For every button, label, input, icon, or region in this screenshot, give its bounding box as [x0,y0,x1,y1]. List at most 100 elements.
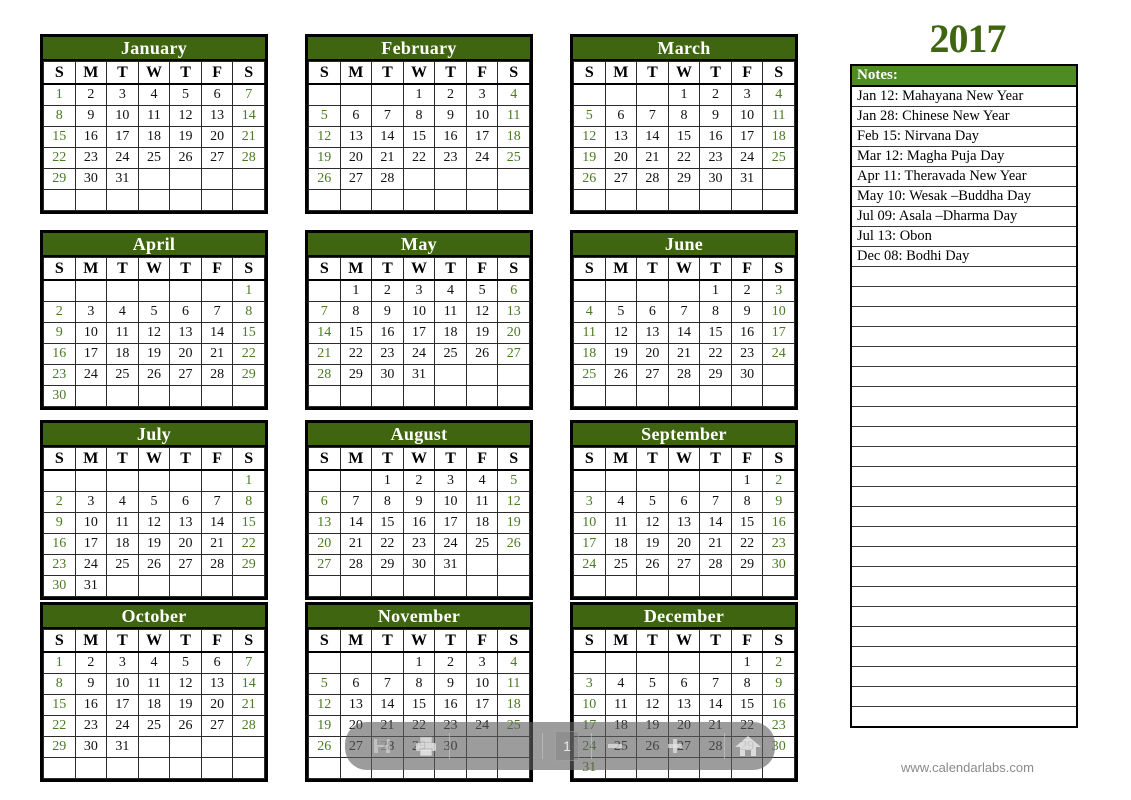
weekday-header: M [604,61,638,85]
note-entry-blank[interactable] [852,347,1076,367]
page-number-input[interactable]: 1 [555,731,579,761]
day-cell: 8 [402,673,436,695]
note-entry-blank[interactable] [852,327,1076,347]
day-cell-empty [169,575,202,597]
pdf-viewer-toolbar[interactable]: 1 [345,722,775,770]
note-entry-blank[interactable] [852,687,1076,707]
day-cell-empty [43,469,76,492]
zoom-in-icon[interactable] [658,730,692,762]
day-cell: 10 [402,301,436,323]
day-cell-empty [74,279,108,302]
week-row: 10 11 12 13 14 15 16 [573,694,795,716]
day-cell: 15 [730,694,764,716]
week-row: 5 6 7 8 9 10 11 [308,105,530,127]
day-cell: 10 [730,105,764,127]
day-cell: 23 [74,715,108,737]
day-cell-empty [308,83,341,106]
note-entry-blank[interactable] [852,707,1076,726]
note-entry-blank[interactable] [852,587,1076,607]
day-cell: 12 [169,105,202,127]
save-icon[interactable] [365,730,399,762]
day-cell: 22 [232,533,265,555]
home-icon[interactable] [731,730,765,762]
day-cell: 5 [308,673,341,695]
day-cell-empty [636,279,669,302]
day-cell-empty [308,469,341,492]
day-cell: 16 [43,343,76,365]
day-cell: 13 [200,673,234,695]
weekday-header: S [308,629,341,653]
weekday-header: F [730,257,764,281]
weekday-header: F [200,61,234,85]
weekday-header: T [169,629,202,653]
day-cell: 3 [573,673,606,695]
day-cell-empty [169,279,202,302]
day-cell: 11 [137,673,171,695]
note-entry-blank[interactable] [852,487,1076,507]
note-entry-blank[interactable] [852,427,1076,447]
day-cell: 24 [74,554,108,576]
note-entry-blank[interactable] [852,667,1076,687]
note-entry-blank[interactable] [852,407,1076,427]
week-row: 3456789 [573,491,795,513]
day-cell-empty [137,575,171,597]
day-cell-empty [636,189,669,211]
note-entry-blank[interactable] [852,447,1076,467]
zoom-out-icon[interactable] [598,730,632,762]
note-entry-blank[interactable] [852,387,1076,407]
day-cell-empty [667,189,701,211]
note-entry-blank[interactable] [852,307,1076,327]
note-entry-blank[interactable] [852,467,1076,487]
day-cell: 1 [667,83,701,106]
print-icon[interactable] [409,730,443,762]
day-cell: 24 [402,343,436,365]
day-cell: 4 [137,83,171,106]
day-cell-empty [636,83,669,106]
day-cell-empty [730,385,764,407]
day-cell-empty [667,279,701,302]
day-cell: 17 [74,343,108,365]
weekday-header: M [74,257,108,281]
note-entry-blank[interactable] [852,267,1076,287]
day-cell: 8 [730,491,764,513]
day-cell: 16 [730,322,764,344]
day-cell: 27 [339,168,373,190]
day-cell: 6 [200,651,234,674]
day-cell: 31 [434,554,467,576]
day-cell-empty [497,575,530,597]
weekday-header-row: SMTWTFS [573,257,795,281]
day-cell: 10 [465,673,499,695]
note-entry-blank[interactable] [852,367,1076,387]
day-cell: 25 [573,364,606,386]
day-cell: 28 [699,554,732,576]
weekday-header: S [43,257,76,281]
day-cell: 20 [667,533,701,555]
day-cell: 3 [762,279,795,302]
note-entry-blank[interactable] [852,647,1076,667]
day-cell: 26 [308,736,341,758]
day-cell: 31 [730,168,764,190]
week-row: 27 28 29 30 31 [308,554,530,576]
note-entry-blank[interactable] [852,627,1076,647]
day-cell-empty [169,385,202,407]
weekday-header: S [497,257,530,281]
day-cell-empty [667,385,701,407]
note-entry-blank[interactable] [852,547,1076,567]
day-cell-empty [308,757,341,779]
week-row: 25 26 27 28 29 30 [573,364,795,386]
note-entry-blank[interactable] [852,287,1076,307]
week-row: 2345678 [43,491,265,513]
day-cell: 28 [667,364,701,386]
note-entry-blank[interactable] [852,527,1076,547]
week-row [573,189,795,211]
note-entry-blank[interactable] [852,507,1076,527]
month-table: SMTWTFS123456789101112131415161718192021… [308,447,530,597]
day-cell-empty [604,651,638,674]
day-cell: 15 [730,512,764,534]
day-cell: 21 [339,533,373,555]
day-cell: 11 [465,491,499,513]
note-entry-blank[interactable] [852,607,1076,627]
note-entry-blank[interactable] [852,567,1076,587]
day-cell: 16 [74,126,108,148]
weekday-header: W [137,257,171,281]
